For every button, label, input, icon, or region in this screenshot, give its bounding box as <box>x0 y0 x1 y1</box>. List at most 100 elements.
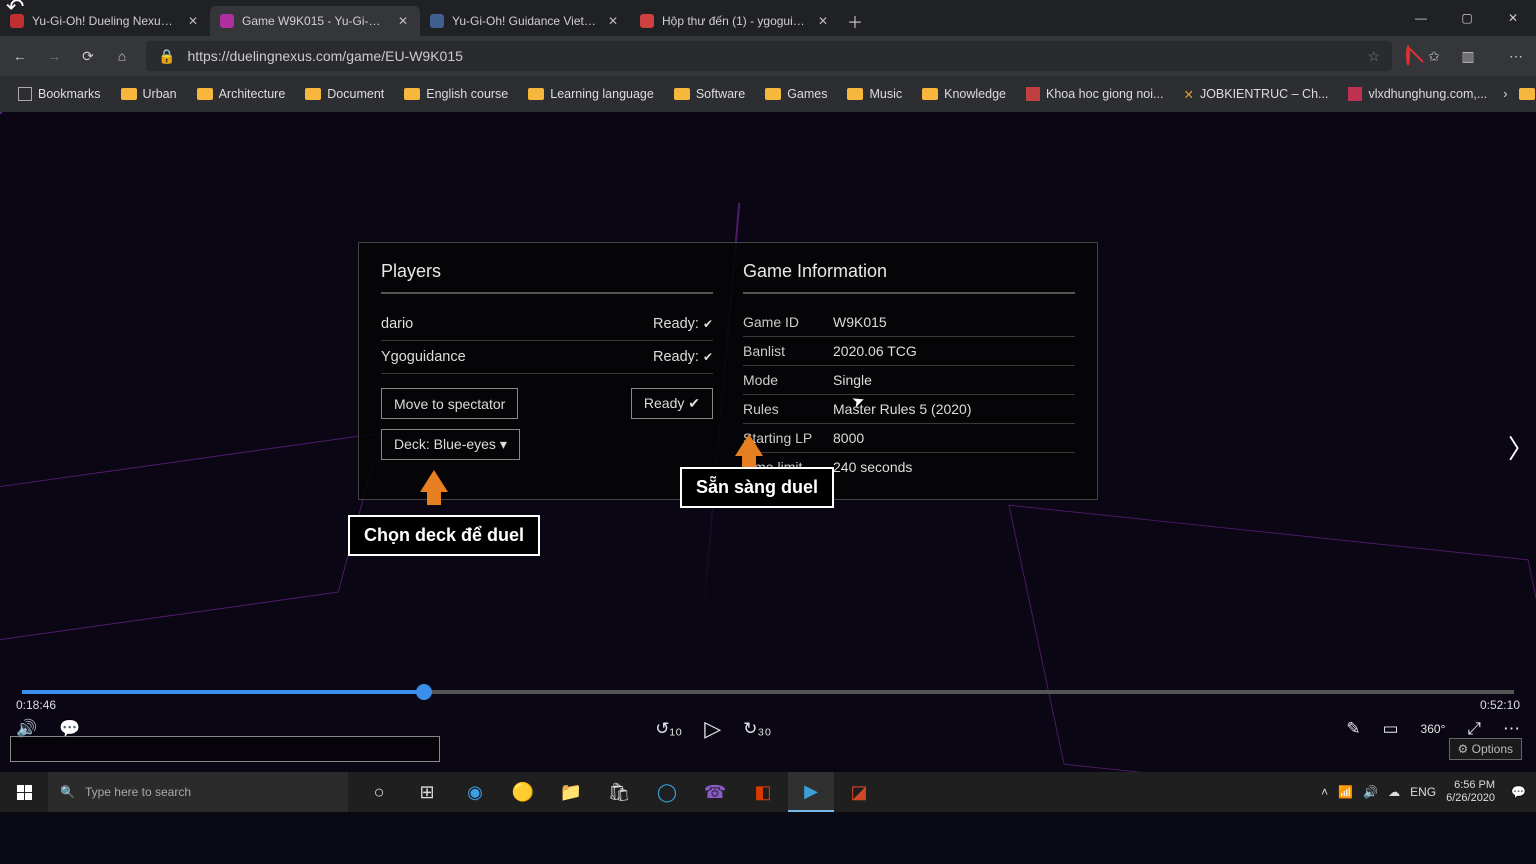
player-ready-status: Ready: <box>653 316 713 332</box>
tab-dueling-nexus[interactable]: Yu-Gi-Oh! Dueling Nexus - Free ✕ <box>0 6 210 36</box>
mini-view-icon[interactable]: ▭ <box>1382 719 1398 739</box>
bookmark-software[interactable]: Software <box>666 83 753 105</box>
info-row: Banlist2020.06 TCG <box>743 337 1075 366</box>
lock-icon: 🔒 <box>158 48 175 65</box>
adblock-icon[interactable] <box>1406 47 1410 65</box>
player-name: Ygoguidance <box>381 349 466 365</box>
next-arrow-icon[interactable]: 〉 <box>1508 429 1534 466</box>
office-icon[interactable]: ◧ <box>740 772 786 812</box>
bookmark-knowledge[interactable]: Knowledge <box>914 83 1014 105</box>
callout-ready-duel: Sẵn sàng duel <box>680 467 834 508</box>
deck-select-button[interactable]: Deck: Blue-eyes ▾ <box>381 429 520 460</box>
taskbar-clock[interactable]: 6:56 PM 6/26/2020 <box>1446 779 1501 805</box>
favorites-bar: Bookmarks Urban Architecture Document En… <box>0 76 1536 112</box>
notifications-icon[interactable]: 💬 <box>1511 785 1526 799</box>
movies-tv-icon[interactable]: ▶ <box>788 772 834 812</box>
bookmark-learning-language[interactable]: Learning language <box>520 83 662 105</box>
refresh-button[interactable]: ⟳ <box>78 48 98 65</box>
tab-gmail-inbox[interactable]: Hộp thư đến (1) - ygoguidance@ ✕ <box>630 6 840 36</box>
skip-forward-30-icon[interactable]: ↻₃₀ <box>743 719 771 739</box>
ms-store-icon[interactable]: 🛍 <box>596 772 642 812</box>
collections-icon[interactable]: ▥ <box>1458 48 1478 65</box>
windows-taskbar: 🔍 Type here to search ○ ⊞ ◉ 🟡 📁 🛍 ◯ ☎ ◧ … <box>0 772 1536 812</box>
close-window-button[interactable]: ✕ <box>1490 0 1536 36</box>
clock-date: 6/26/2020 <box>1446 792 1495 805</box>
new-tab-button[interactable]: ＋ <box>840 6 870 36</box>
taskbar-search[interactable]: 🔍 Type here to search <box>48 772 348 812</box>
task-view-icon[interactable]: ⊞ <box>404 772 450 812</box>
onedrive-icon[interactable]: ☁ <box>1388 785 1400 799</box>
360-icon[interactable]: 360° <box>1421 722 1446 736</box>
star-icon[interactable]: ☆ <box>1367 48 1380 65</box>
close-icon[interactable]: ✕ <box>186 14 200 28</box>
close-icon[interactable]: ✕ <box>816 14 830 28</box>
progress-fill <box>22 690 425 694</box>
groove-icon[interactable]: ◯ <box>644 772 690 812</box>
forward-button[interactable]: → <box>44 48 64 64</box>
tab-title: Hộp thư đến (1) - ygoguidance@ <box>662 14 808 28</box>
bookmark-english-course[interactable]: English course <box>396 83 516 105</box>
favorites-icon[interactable]: ✩ <box>1424 48 1444 65</box>
edit-icon[interactable]: ✎ <box>1346 719 1360 739</box>
file-explorer-icon[interactable]: 📁 <box>548 772 594 812</box>
bookmark-bookmarks[interactable]: Bookmarks <box>10 83 109 105</box>
back-overlay-icon[interactable]: ↶ <box>6 0 24 20</box>
bookmark-vlxd[interactable]: vlxdhunghung.com,... <box>1340 83 1495 105</box>
cortana-icon[interactable]: ○ <box>356 772 402 812</box>
bookmark-music[interactable]: Music <box>839 83 910 105</box>
home-button[interactable]: ⌂ <box>112 48 132 64</box>
edge-icon[interactable]: ◉ <box>452 772 498 812</box>
start-button[interactable] <box>0 772 48 812</box>
play-icon[interactable]: ▷ <box>704 716 721 742</box>
close-icon[interactable]: ✕ <box>396 14 410 28</box>
info-row: Game IDW9K015 <box>743 308 1075 337</box>
tab-title: Game W9K015 - Yu-Gi-Oh! Duel <box>242 14 388 28</box>
move-to-spectator-button[interactable]: Move to spectator <box>381 388 518 419</box>
folder-icon <box>121 88 137 100</box>
options-button[interactable]: ⚙ Options <box>1449 738 1522 760</box>
page-icon <box>18 87 32 101</box>
favicon <box>430 14 444 28</box>
ready-button[interactable]: Ready ✔ <box>631 388 713 419</box>
bookmarks-overflow-icon[interactable]: › <box>1503 87 1507 101</box>
favicon <box>220 14 234 28</box>
folder-icon <box>1519 88 1535 100</box>
bookmark-khoa-hoc[interactable]: Khoa hoc giong noi... <box>1018 83 1171 105</box>
sound-icon[interactable]: 🔊 <box>1363 785 1378 799</box>
search-placeholder: Type here to search <box>85 785 191 799</box>
time-current: 0:18:46 <box>16 698 56 712</box>
bookmark-other-favorites[interactable]: Other favorites <box>1511 83 1536 105</box>
time-total: 0:52:10 <box>1480 698 1520 712</box>
back-button[interactable]: ← <box>10 48 30 64</box>
bookmark-jobkientruc[interactable]: ✕JOBKIENTRUC – Ch... <box>1175 83 1336 106</box>
more-icon[interactable]: ⋯ <box>1503 719 1520 739</box>
url-input[interactable]: 🔒 https://duelingnexus.com/game/EU-W9K01… <box>146 41 1392 71</box>
annotation-arrow-icon <box>735 434 763 456</box>
fullscreen-icon[interactable]: ⤢ <box>1467 719 1481 739</box>
language-indicator[interactable]: ENG <box>1410 785 1436 799</box>
powerpoint-icon[interactable]: ◪ <box>836 772 882 812</box>
favicon <box>640 14 654 28</box>
browser-menu-icon[interactable]: ⋯ <box>1506 48 1526 65</box>
wifi-icon[interactable]: 📶 <box>1338 785 1353 799</box>
tray-overflow-icon[interactable]: ˄ <box>1321 785 1328 799</box>
maximize-button[interactable]: ▢ <box>1444 0 1490 36</box>
folder-icon <box>404 88 420 100</box>
bookmark-document[interactable]: Document <box>297 83 392 105</box>
video-viewport: Players dario Ready: Ygoguidance Ready: … <box>0 112 1536 772</box>
window-controls: ― ▢ ✕ <box>1398 0 1536 36</box>
media-search-box[interactable] <box>10 736 440 762</box>
bookmark-urban[interactable]: Urban <box>113 83 185 105</box>
chrome-icon[interactable]: 🟡 <box>500 772 546 812</box>
viber-icon[interactable]: ☎ <box>692 772 738 812</box>
skip-back-10-icon[interactable]: ↺₁₀ <box>655 719 682 739</box>
minimize-button[interactable]: ― <box>1398 0 1444 36</box>
bookmark-games[interactable]: Games <box>757 83 835 105</box>
bookmark-architecture[interactable]: Architecture <box>189 83 294 105</box>
tab-game-w9k015[interactable]: Game W9K015 - Yu-Gi-Oh! Duel ✕ <box>210 6 420 36</box>
progress-bar[interactable] <box>22 690 1514 694</box>
tab-guidance-vietnam[interactable]: Yu-Gi-Oh! Guidance Vietnam - h ✕ <box>420 6 630 36</box>
close-icon[interactable]: ✕ <box>606 14 620 28</box>
divider <box>743 292 1075 294</box>
progress-knob[interactable] <box>416 684 432 700</box>
